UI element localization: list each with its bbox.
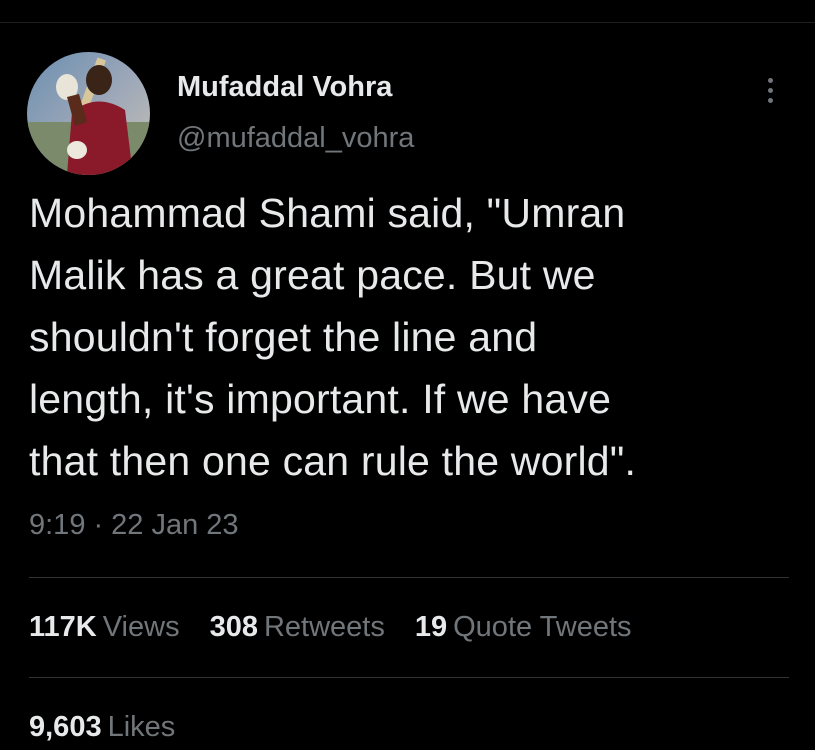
likes-count: 9,603 [29, 711, 102, 743]
views-count: 117K [29, 611, 97, 643]
divider [29, 577, 789, 578]
tweet-text-line: that then one can rule the world". [29, 438, 637, 484]
tweet-text-line: Mohammad Shami said, "Umran [29, 190, 626, 236]
meta-separator: · [93, 509, 104, 541]
likes-stat[interactable]: 9,603 Likes [29, 711, 175, 744]
quotes-stat[interactable]: 19 Quote Tweets [415, 611, 632, 644]
author-name[interactable]: Mufaddal Vohra [177, 71, 392, 104]
more-vertical-icon[interactable] [758, 70, 782, 110]
tweet-date[interactable]: 22 Jan 23 [111, 509, 238, 541]
likes-label: Likes [107, 711, 176, 743]
tweet-meta: 9:19 · 22 Jan 23 [29, 509, 239, 542]
tweet-text-line: Malik has a great pace. But we [29, 252, 596, 298]
more-dot [767, 97, 773, 103]
retweets-stat[interactable]: 308 Retweets [210, 611, 385, 644]
avatar[interactable] [27, 52, 150, 175]
tweet-time[interactable]: 9:19 [29, 509, 85, 541]
author-handle[interactable]: @mufaddal_vohra [177, 122, 414, 155]
divider [29, 677, 789, 678]
tweet-text-line: length, it's important. If we have [29, 376, 612, 422]
quotes-label: Quote Tweets [453, 611, 632, 643]
more-dot [767, 77, 773, 83]
tweet-text-line: shouldn't forget the line and [29, 314, 538, 360]
tweet-text: Mohammad Shami said, "Umran Malik has a … [29, 182, 789, 492]
views-label: Views [102, 611, 180, 643]
likes-row: 9,603 Likes [29, 711, 175, 744]
more-dot [767, 87, 773, 93]
retweets-count: 308 [209, 611, 258, 643]
top-divider [0, 22, 815, 23]
views-stat[interactable]: 117K Views [29, 611, 180, 644]
quotes-count: 19 [414, 611, 448, 643]
stats-row: 117K Views 308 Retweets 19 Quote Tweets [29, 611, 632, 644]
retweets-label: Retweets [263, 611, 385, 643]
